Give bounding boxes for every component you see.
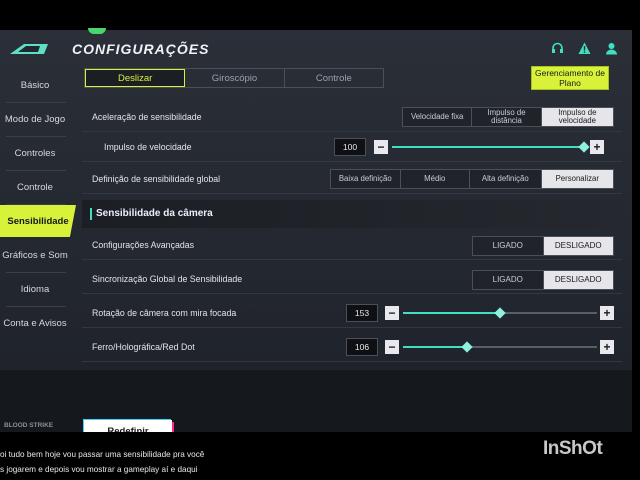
sidebar-item-label: Básico [20,79,50,91]
rotation-minus-button[interactable]: − [385,306,399,320]
sidebar-item-label: Controles [14,147,56,159]
red-dot-value[interactable]: 106 [346,338,378,356]
divider [6,102,66,103]
divider [6,306,66,307]
divider [6,136,66,137]
section-header-camera: Sensibilidade da câmera [82,200,622,228]
red-dot-plus-button[interactable]: + [600,340,614,354]
sidebar-item-label: Idioma [20,283,50,295]
divider [6,204,66,205]
headset-icon[interactable] [551,42,564,55]
slider-fill [392,146,585,148]
option-desligado[interactable]: DESLIGADO [543,271,613,289]
game-logo-icon [10,44,48,54]
setting-label: Configurações Avançadas [92,239,195,250]
sidebar-item-controle[interactable]: Controle [0,172,70,202]
sidebar-item-label: Controle [17,181,53,193]
game-screen: CONFIGURAÇÕES Básico Modo de Jogo Contro… [0,30,632,432]
sidebar-item-label: Conta e Avisos [3,317,67,329]
impulse-slider[interactable] [392,141,590,153]
setting-row-global-definition: Definição de sensibilidade global Baixa … [82,164,622,194]
setting-row-rotation: Rotação de câmera com mira focada 153 − … [82,298,622,328]
setting-label: Ferro/Holográfica/Red Dot [92,341,195,352]
option-impulso-velocidade[interactable]: Impulso de velocidade [541,108,613,126]
setting-row-acceleration: Aceleração de sensibilidade Velocidade f… [82,102,622,132]
rotation-slider[interactable] [403,307,597,319]
sidebar-item-controles[interactable]: Controles [0,138,70,168]
settings-panel: Deslizar Giroscópio Controle Gerenciamen… [82,66,624,432]
option-personalizar[interactable]: Personalizar [541,170,614,188]
option-ligado[interactable]: LIGADO [473,271,544,289]
sidebar-item-conta-e-avisos[interactable]: Conta e Avisos [0,308,70,338]
sidebar-item-label: Gráficos e Som [2,249,68,261]
tab-giroscopio[interactable]: Giroscópio [185,69,285,87]
top-bar: CONFIGURAÇÕES [0,30,632,68]
watermark: InShOt [543,438,603,459]
sidebar-item-idioma[interactable]: Idioma [0,274,70,304]
setting-label: Rotação de câmera com mira focada [92,307,237,318]
divider [6,272,66,273]
red-dot-slider[interactable] [403,341,597,353]
setting-label: Aceleração de sensibilidade [92,111,202,122]
caption-line-1: oi tudo bem hoje vou passar uma sensibil… [0,450,205,459]
option-ligado[interactable]: LIGADO [473,237,544,255]
sidebar-item-sensibilidade[interactable]: Sensibilidade [0,205,76,237]
divider [6,170,66,171]
red-dot-minus-button[interactable]: − [385,340,399,354]
user-alert-icon[interactable] [578,42,591,55]
brand-label: BLOOD STRIKE [4,422,54,429]
account-icon[interactable] [605,42,618,55]
slider-handle[interactable] [494,307,506,319]
advanced-toggle: LIGADO DESLIGADO [472,236,614,256]
option-impulso-distancia[interactable]: Impulso de distância [472,108,542,126]
rotation-plus-button[interactable]: + [600,306,614,320]
impulse-plus-button[interactable]: + [590,140,604,154]
sidebar: Básico Modo de Jogo Controles Controle S… [0,70,76,390]
rotation-value[interactable]: 153 [346,304,378,322]
sidebar-item-basico[interactable]: Básico [0,70,70,100]
slider-handle[interactable] [578,141,590,153]
option-medio[interactable]: Médio [400,170,471,188]
option-velocidade-fixa[interactable]: Velocidade fixa [403,108,473,126]
plan-management-button[interactable]: Gerenciamento de Plano [531,66,609,90]
tab-bar: Deslizar Giroscópio Controle [84,68,384,88]
option-baixa-definicao[interactable]: Baixa definição [331,170,401,188]
reset-button[interactable]: Redefinir [84,420,172,432]
sidebar-item-label: Sensibilidade [7,215,69,227]
caption-line-2: s jogarem e depois vou mostrar a gamepla… [0,465,198,474]
global-definition-selector: Baixa definição Médio Alta definição Per… [330,169,614,189]
impulse-minus-button[interactable]: − [374,140,388,154]
tab-deslizar[interactable]: Deslizar [85,69,186,87]
impulse-value[interactable]: 100 [334,138,366,156]
option-alta-definicao[interactable]: Alta definição [470,170,542,188]
setting-row-advanced: Configurações Avançadas LIGADO DESLIGADO [82,230,622,260]
option-desligado[interactable]: DESLIGADO [543,237,613,255]
setting-label: Impulso de velocidade [104,141,192,152]
sidebar-item-modo-de-jogo[interactable]: Modo de Jogo [0,104,70,134]
setting-row-sync: Sincronização Global de Sensibilidade LI… [82,264,622,294]
setting-label: Sincronização Global de Sensibilidade [92,273,243,284]
tab-controle[interactable]: Controle [285,69,383,87]
section-title: Sensibilidade da câmera [96,208,213,219]
section-marker [90,208,92,220]
slider-handle[interactable] [461,341,473,353]
setting-label: Definição de sensibilidade global [92,173,221,184]
slider-fill [403,312,500,314]
sidebar-item-graficos-e-som[interactable]: Gráficos e Som [0,240,70,270]
acceleration-selector: Velocidade fixa Impulso de distância Imp… [402,107,614,127]
setting-row-red-dot: Ferro/Holográfica/Red Dot 106 − + [82,332,622,362]
setting-row-impulse: Impulso de velocidade 100 − + [82,132,622,162]
slider-fill [403,346,468,348]
sync-toggle: LIGADO DESLIGADO [472,270,614,290]
page-title: CONFIGURAÇÕES [72,41,210,57]
sidebar-item-label: Modo de Jogo [4,113,66,125]
